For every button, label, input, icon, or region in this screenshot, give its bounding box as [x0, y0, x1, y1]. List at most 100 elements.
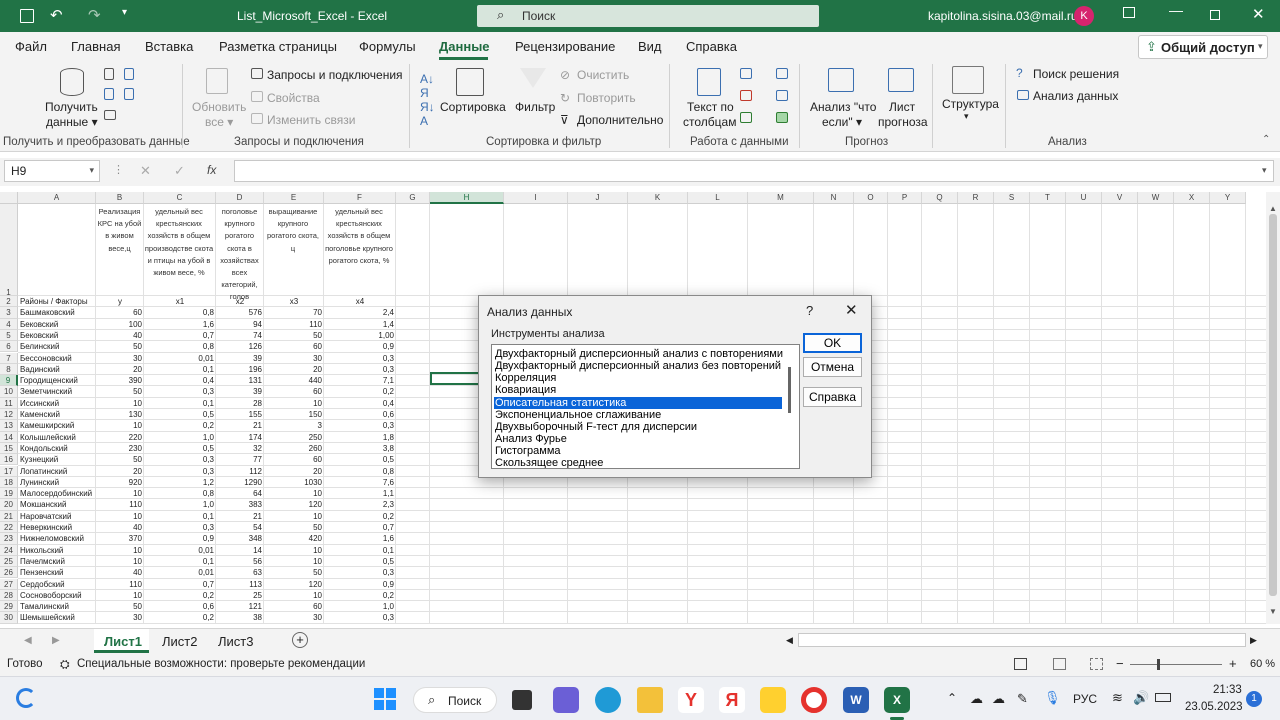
scroll-down-icon[interactable]: ▼ — [1269, 607, 1277, 616]
cell-d4[interactable]: 94 — [216, 319, 264, 330]
account-email[interactable]: kapitolina.sisina.03@mail.ru — [928, 9, 1078, 23]
forecast-label-2-row[interactable]: прогноза — [878, 115, 928, 129]
cell-b6[interactable]: 50 — [96, 341, 144, 352]
row-header-20[interactable]: 20 — [0, 499, 18, 511]
sheet-tab-3[interactable]: Лист3 — [218, 634, 253, 649]
column-header-s[interactable]: S — [994, 192, 1030, 204]
language-indicator[interactable]: РУС — [1073, 692, 1097, 706]
cell-f22[interactable]: 0,7 — [324, 522, 396, 533]
cell-e2[interactable]: x3 — [264, 296, 324, 307]
tab-data[interactable]: Данные — [439, 39, 490, 54]
prev-sheet-icon[interactable]: ◀ — [24, 635, 32, 646]
cell-e6[interactable]: 60 — [264, 341, 324, 352]
cell-c26[interactable]: 0,01 — [144, 567, 216, 578]
cell-d23[interactable]: 348 — [216, 533, 264, 544]
tab-view[interactable]: Вид — [638, 39, 662, 54]
formula-input[interactable] — [234, 160, 1274, 182]
cell-d21[interactable]: 21 — [216, 511, 264, 522]
cell-a24[interactable]: Никольский — [20, 545, 96, 556]
relationships-icon[interactable] — [776, 90, 788, 101]
cell-c5[interactable]: 0,7 — [144, 330, 216, 341]
cell-b24[interactable]: 10 — [96, 545, 144, 556]
column-header-v[interactable]: V — [1102, 192, 1138, 204]
cell-e29[interactable]: 60 — [264, 601, 324, 612]
cell-b26[interactable]: 40 — [96, 567, 144, 578]
cell-c12[interactable]: 0,5 — [144, 409, 216, 420]
row-header-8[interactable]: 8 — [0, 363, 18, 376]
cell-f4[interactable]: 1,4 — [324, 319, 396, 330]
volume-icon[interactable]: 🔊 — [1133, 690, 1149, 706]
cell-c11[interactable]: 0,1 — [144, 398, 216, 409]
outline-button[interactable]: Структура — [942, 97, 999, 111]
cell-b17[interactable]: 20 — [96, 466, 144, 477]
redo-icon[interactable]: ↷ — [88, 6, 101, 24]
cell-b13[interactable]: 10 — [96, 420, 144, 431]
filter-button[interactable]: Фильтр — [515, 100, 555, 114]
column-header-u[interactable]: U — [1066, 192, 1102, 204]
scroll-thumb[interactable] — [1269, 214, 1277, 596]
cell-a25[interactable]: Пачелмский — [20, 556, 96, 567]
column-header-q[interactable]: Q — [922, 192, 958, 204]
cell-a6[interactable]: Белинский — [20, 341, 96, 352]
analysis-tool-item[interactable]: Гистограмма — [495, 445, 783, 457]
cell-f11[interactable]: 0,4 — [324, 398, 396, 409]
clock-date[interactable]: 23.05.2023 — [1185, 701, 1243, 713]
cell-b19[interactable]: 10 — [96, 488, 144, 499]
cell-a21[interactable]: Наровчатский — [20, 511, 96, 522]
analysis-tool-item[interactable]: Экспоненциальное сглаживание — [495, 409, 783, 421]
page-break-view-icon[interactable] — [1090, 658, 1103, 670]
row-header-29[interactable]: 29 — [0, 601, 18, 613]
flash-fill-icon[interactable] — [740, 68, 752, 79]
cell-d16[interactable]: 77 — [216, 454, 264, 465]
miro-icon[interactable] — [760, 687, 786, 713]
avatar[interactable]: K — [1074, 6, 1094, 26]
advanced-button[interactable]: Дополнительно — [577, 113, 663, 127]
cell-e15[interactable]: 260 — [264, 443, 324, 454]
row-header-26[interactable]: 26 — [0, 567, 18, 579]
from-table-icon[interactable] — [104, 110, 116, 120]
cancel-button[interactable]: Отмена — [803, 357, 862, 377]
zoom-slider-thumb[interactable] — [1157, 659, 1160, 670]
select-all-corner[interactable] — [0, 192, 18, 204]
cell-e22[interactable]: 50 — [264, 522, 324, 533]
analysis-tool-item[interactable]: Двухфакторный дисперсионный анализ без п… — [495, 360, 783, 372]
vertical-scrollbar[interactable]: ▲ ▼ — [1266, 192, 1280, 624]
cell-e5[interactable]: 50 — [264, 330, 324, 341]
cell-f8[interactable]: 0,3 — [324, 364, 396, 375]
sheet-tab-1[interactable]: Лист1 — [94, 629, 149, 653]
cell-d10[interactable]: 39 — [216, 386, 264, 397]
hscroll-right-icon[interactable]: ▶ — [1250, 635, 1257, 646]
cell-f18[interactable]: 7,6 — [324, 477, 396, 488]
column-header-i[interactable]: I — [504, 192, 568, 204]
cell-f6[interactable]: 0,9 — [324, 341, 396, 352]
tab-home[interactable]: Главная — [71, 39, 120, 54]
cell-b9[interactable]: 390 — [96, 375, 144, 386]
refresh-all-button[interactable]: Обновить — [192, 100, 246, 114]
confirm-entry-icon[interactable]: ✓ — [174, 163, 185, 179]
cell-a26[interactable]: Пензенский — [20, 567, 96, 578]
restore-icon[interactable] — [1210, 10, 1220, 20]
row-header-28[interactable]: 28 — [0, 589, 18, 602]
cell-d26[interactable]: 63 — [216, 567, 264, 578]
cell-b22[interactable]: 40 — [96, 522, 144, 533]
cell-c20[interactable]: 1,0 — [144, 499, 216, 510]
cell-a8[interactable]: Вадинский — [20, 364, 96, 375]
analysis-tool-item[interactable]: Корреляция — [495, 372, 783, 384]
cell-a16[interactable]: Кузнецкий — [20, 454, 96, 465]
column-header-j[interactable]: J — [568, 192, 628, 204]
cell-c18[interactable]: 1,2 — [144, 477, 216, 488]
cell-f2[interactable]: x4 — [324, 296, 396, 307]
row-header-12[interactable]: 12 — [0, 409, 18, 421]
row-header-4[interactable]: 4 — [0, 318, 18, 330]
cell-c9[interactable]: 0,4 — [144, 375, 216, 386]
cell-d6[interactable]: 126 — [216, 341, 264, 352]
tab-page-layout[interactable]: Разметка страницы — [219, 39, 337, 54]
cell-d22[interactable]: 54 — [216, 522, 264, 533]
properties-button[interactable]: Свойства — [267, 91, 320, 105]
cell-d30[interactable]: 38 — [216, 612, 264, 623]
cell-c7[interactable]: 0,01 — [144, 353, 216, 364]
cell-f19[interactable]: 1,1 — [324, 488, 396, 499]
cell-c22[interactable]: 0,3 — [144, 522, 216, 533]
cell-e30[interactable]: 30 — [264, 612, 324, 623]
cell-a28[interactable]: Сосновоборский — [20, 590, 96, 601]
